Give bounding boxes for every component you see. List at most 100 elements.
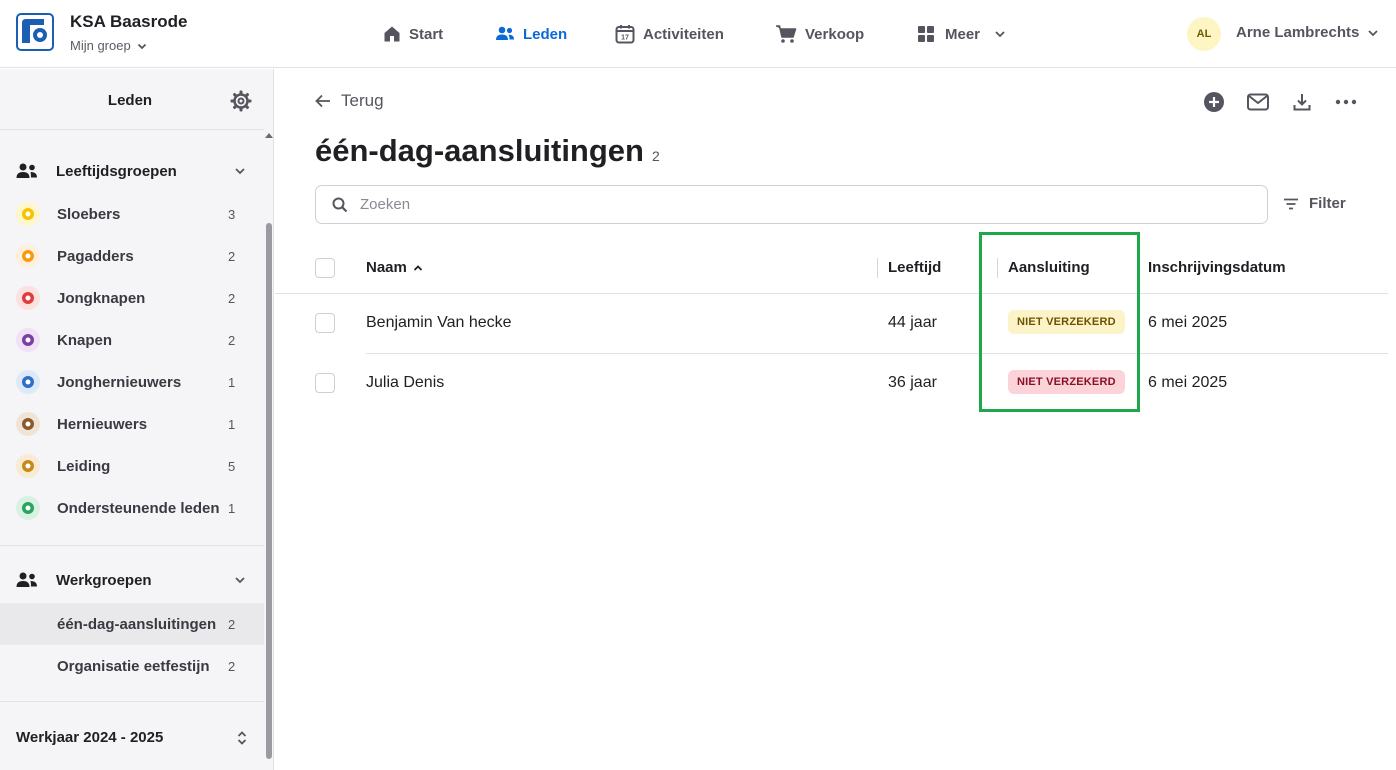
page-title-text: één-dag-aansluitingen [315,133,644,168]
search-box[interactable] [315,185,1268,224]
group-selector[interactable]: Mijn groep [70,38,147,53]
sidebar-item-count: 1 [228,374,236,390]
nav-verkoop[interactable]: Verkoop [775,0,864,68]
registration-date: 6 mei 2025 [1148,314,1228,331]
sidebar-item-knapen[interactable]: Knapen 2 [0,319,264,361]
more-horizontal-icon [1335,99,1357,105]
sidebar-item-label: Pagadders [57,247,134,265]
gear-icon[interactable] [230,90,252,112]
chevron-down-icon [235,577,245,584]
hernieuwers-group-icon [16,412,40,436]
page-title-count: 2 [651,148,660,164]
back-button[interactable]: Terug [315,91,384,111]
sidebar-item-jonghernieuwers[interactable]: Jonghernieuwers 1 [0,361,264,403]
email-button[interactable] [1246,90,1270,114]
sidebar-item-label: Hernieuwers [57,415,148,433]
row-checkbox[interactable] [315,373,335,393]
filter-icon [1284,198,1298,209]
column-header-inschrijvingsdatum[interactable]: Inschrijvingsdatum [1148,259,1286,276]
scroll-up-arrow[interactable] [265,133,273,138]
sidebar-scrollbar[interactable] [264,131,273,770]
select-all-checkbox[interactable] [315,258,335,278]
sidebar-title: Leden [107,92,153,109]
sidebar-item-organisatie-eetfestijn[interactable]: Organisatie eetfestijn 2 [0,645,264,687]
sidebar-item-label: Leiding [57,457,111,475]
sidebar-item-label: Knapen [57,331,113,349]
add-member-button[interactable] [1202,90,1226,114]
sidebar-item-count: 1 [228,416,236,432]
nav-leden[interactable]: Leden [495,0,567,68]
home-icon [384,26,400,42]
sidebar-item-jongknapen[interactable]: Jongknapen 2 [0,277,264,319]
jonghernieuwers-group-icon [16,370,40,394]
filter-button-label: Filter [1309,195,1346,212]
sloebers-group-icon [16,202,40,226]
column-header-naam[interactable]: Naam [366,259,423,276]
download-button[interactable] [1290,90,1314,114]
sidebar-item-count: 2 [228,616,236,632]
sidebar-item-label: Organisatie eetfestijn [57,657,210,675]
sidebar-item-leiding[interactable]: Leiding 5 [0,445,264,487]
sidebar-item-label: Ondersteunende leden [57,499,220,517]
member-age: 36 jaar [888,374,937,391]
avatar[interactable]: AL [1187,17,1221,51]
search-input[interactable] [360,196,1220,213]
user-menu[interactable]: Arne Lambrechts [1236,24,1379,41]
sidebar-item-label: Sloebers [57,205,121,223]
calendar-icon: 17 [615,25,635,44]
nav-meer[interactable]: Meer [918,0,1006,68]
more-options-button[interactable] [1334,90,1358,114]
sidebar: Leden Leeftijdsgroepen Sloebers 3 Pagadd… [0,69,274,770]
back-button-label: Terug [341,91,384,110]
scrollbar-thumb[interactable] [266,223,272,759]
nav-activiteiten[interactable]: 17 Activiteiten [615,0,724,68]
grid-icon [918,26,934,42]
year-selector[interactable]: Werkjaar 2024 - 2025 [16,729,248,746]
sidebar-item-ondersteunende-leden[interactable]: Ondersteunende leden 1 [0,487,264,529]
year-selector-label: Werkjaar 2024 - 2025 [16,729,164,746]
chevron-down-icon [235,168,245,175]
registration-date: 6 mei 2025 [1148,374,1228,391]
page-title: één-dag-aansluitingen 2 [315,133,660,169]
ksa-logo-icon[interactable] [16,13,54,51]
table-header-divider [275,293,1388,294]
column-header-label: Naam [366,259,407,276]
sidebar-item-pagadders[interactable]: Pagadders 2 [0,235,264,277]
sidebar-item-count: 2 [228,658,236,674]
cart-icon [776,25,797,43]
sidebar-item-sloebers[interactable]: Sloebers 3 [0,193,264,235]
nav-meer-label: Meer [945,25,981,43]
download-icon [1293,94,1311,111]
leiding-group-icon [16,454,40,478]
chevron-up-down-icon [237,730,247,745]
nav-start-label: Start [409,25,444,43]
sidebar-item-count: 2 [228,332,236,348]
sidebar-item-label: Jongknapen [57,289,146,307]
aansluiting-column-highlight [979,232,1140,412]
member-name[interactable]: Julia Denis [366,374,444,392]
section-leeftijdsgroepen[interactable]: Leeftijdsgroepen [16,162,246,180]
column-header-leeftijd[interactable]: Leeftijd [888,259,941,276]
sidebar-item-hernieuwers[interactable]: Hernieuwers 1 [0,403,264,445]
row-checkbox[interactable] [315,313,335,333]
nav-start[interactable]: Start [383,0,443,68]
section-werkgroepen[interactable]: Werkgroepen [16,571,246,589]
filter-button[interactable]: Filter [1283,195,1346,212]
member-age: 44 jaar [888,314,937,331]
sidebar-item-een-dag-aansluitingen[interactable]: één-dag-aansluitingen 2 [0,603,264,645]
nav-activiteiten-label: Activiteiten [643,25,724,43]
sidebar-divider [0,701,264,702]
chevron-down-icon [1368,29,1379,36]
ondersteunende-leden-group-icon [16,496,40,520]
svg-text:17: 17 [621,35,629,42]
section-leeftijdsgroepen-label: Leeftijdsgroepen [56,162,177,180]
sidebar-item-count: 2 [228,248,236,264]
sidebar-header: Leden [0,69,264,130]
nav-verkoop-label: Verkoop [805,25,865,43]
member-name[interactable]: Benjamin Van hecke [366,314,512,332]
user-name: Arne Lambrechts [1236,24,1360,41]
arrow-left-icon [315,94,330,108]
sidebar-item-label: één-dag-aansluitingen [57,615,217,633]
users-icon [496,26,514,40]
users-icon [16,163,37,178]
